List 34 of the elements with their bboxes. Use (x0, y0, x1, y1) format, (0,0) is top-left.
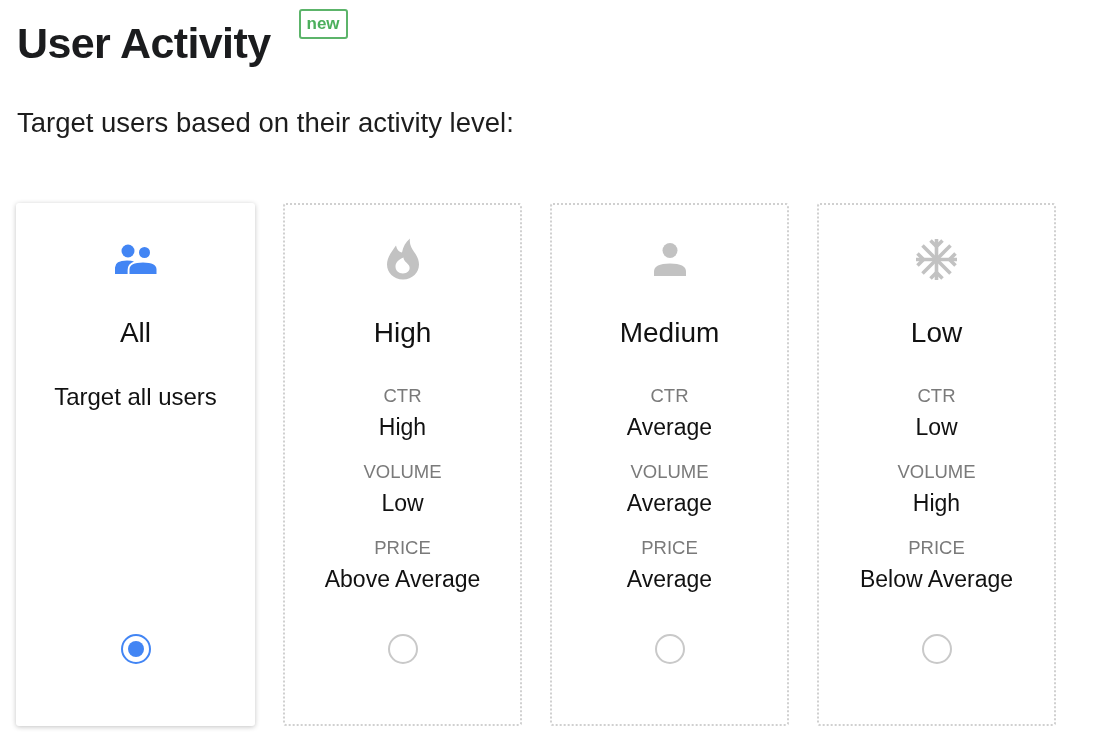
stat-value: Below Average (860, 565, 1013, 593)
radio-button[interactable] (921, 634, 952, 664)
stat-label: VOLUME (363, 461, 442, 483)
option-title: High (373, 317, 432, 349)
option-card[interactable]: All Target all users (16, 203, 255, 726)
stat-label: PRICE (908, 537, 965, 559)
stat-label: PRICE (374, 537, 431, 559)
stat-label: VOLUME (630, 461, 709, 483)
radio-button[interactable] (387, 634, 418, 664)
stat-value: Average (626, 413, 713, 441)
option-card[interactable]: Low CTR Low VOLUME High PRICE Below Average (817, 203, 1056, 726)
stat-label: VOLUME (897, 461, 976, 483)
stat-label: PRICE (641, 537, 698, 559)
option-card[interactable]: High CTR High VOLUME Low PRICE Above Average (283, 203, 522, 726)
stat-label: CTR (383, 385, 422, 407)
new-badge: new (298, 9, 348, 39)
option-card[interactable]: Medium CTR Average VOLUME Average PRICE Average (550, 203, 789, 726)
stat-value: High (912, 489, 961, 517)
stat-value: High (378, 413, 427, 441)
option-title: Low (910, 317, 963, 349)
stat-value: Low (381, 489, 424, 517)
stat-label: CTR (917, 385, 956, 407)
stat-value: Average (626, 565, 713, 593)
radio-button[interactable] (654, 634, 685, 664)
stat-value: Average (626, 489, 713, 517)
stat-value: Above Average (324, 565, 481, 593)
radio-button[interactable] (120, 634, 151, 664)
stat-label: CTR (650, 385, 689, 407)
stat-value: Low (915, 413, 958, 441)
option-description: Target all users (54, 383, 217, 411)
option-title: Medium (619, 317, 720, 349)
option-title: All (119, 317, 152, 349)
page-title: User Activity (17, 18, 271, 69)
subtitle-text: Target users based on their activity level: (17, 106, 514, 140)
